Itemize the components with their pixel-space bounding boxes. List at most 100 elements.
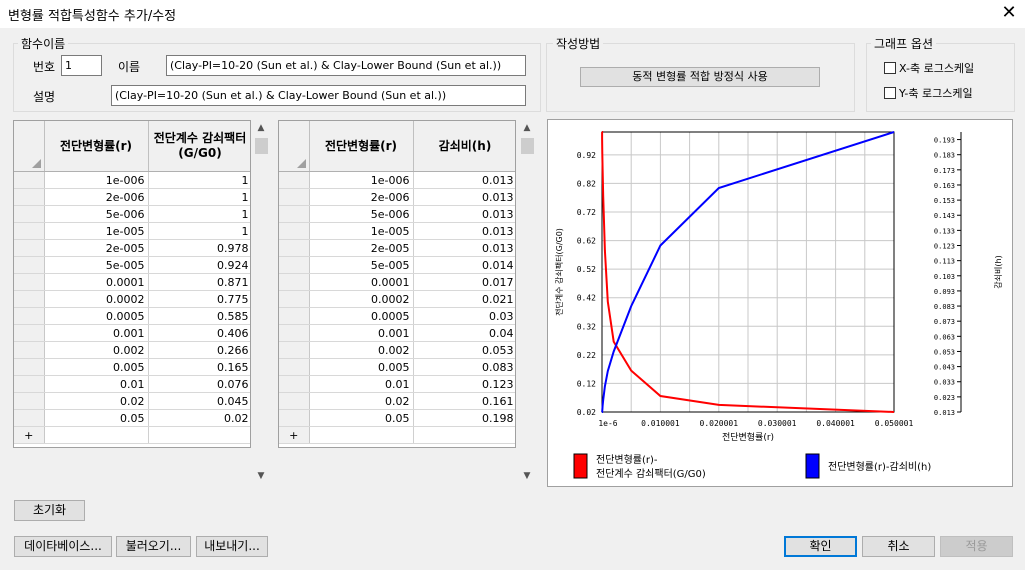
strain-cell[interactable]: 1e-005	[44, 222, 149, 240]
table-row[interactable]: 0.005 0.165	[14, 358, 250, 376]
strain-cell[interactable]: 0.0005	[44, 307, 149, 325]
row-header[interactable]	[279, 256, 310, 274]
table-row[interactable]: 5e-006 1	[14, 205, 250, 223]
table-row[interactable]: 0.0002 0.021	[279, 290, 515, 308]
value-cell[interactable]: 1	[148, 171, 250, 189]
column-header-damping[interactable]: 감쇠비(h)	[413, 121, 515, 172]
strain-cell[interactable]: 2e-005	[44, 239, 149, 257]
value-cell[interactable]: 1	[148, 188, 250, 206]
column-header-modulus[interactable]: 전단계수 감쇠팩터 (G/G0)	[148, 121, 250, 172]
value-cell[interactable]: 1	[148, 205, 250, 223]
ok-button[interactable]: 확인	[784, 536, 857, 557]
row-header[interactable]	[14, 171, 45, 189]
value-cell[interactable]: 0.076	[148, 375, 250, 393]
value-cell[interactable]: 0.161	[413, 392, 515, 410]
strain-cell[interactable]: 2e-005	[309, 239, 414, 257]
strain-cell[interactable]: 0.001	[44, 324, 149, 342]
row-header[interactable]	[279, 290, 310, 308]
table-row[interactable]: 0.01 0.076	[14, 375, 250, 393]
new-row[interactable]: +	[279, 426, 515, 444]
table-row[interactable]: 1e-006 1	[14, 171, 250, 189]
table-row[interactable]: 0.0001 0.871	[14, 273, 250, 291]
strain-cell[interactable]: 0.001	[309, 324, 414, 342]
value-cell[interactable]: 0.924	[148, 256, 250, 274]
table-row[interactable]: 0.001 0.406	[14, 324, 250, 342]
strain-cell[interactable]: 0.002	[44, 341, 149, 359]
value-cell[interactable]: 0.053	[413, 341, 515, 359]
row-header[interactable]	[14, 256, 45, 274]
x-log-scale-checkbox[interactable]	[884, 62, 896, 74]
table-row[interactable]: 0.01 0.123	[279, 375, 515, 393]
strain-cell[interactable]: 5e-006	[44, 205, 149, 223]
strain-cell[interactable]: 0.01	[309, 375, 414, 393]
strain-cell[interactable]: 0.005	[309, 358, 414, 376]
value-cell[interactable]: 0.165	[148, 358, 250, 376]
table-row[interactable]: 1e-005 1	[14, 222, 250, 240]
number-field[interactable]: 1	[61, 55, 102, 76]
strain-cell[interactable]: 0.0002	[44, 290, 149, 308]
row-header[interactable]	[279, 239, 310, 257]
table-row[interactable]: 0.001 0.04	[279, 324, 515, 342]
value-cell[interactable]: 0.013	[413, 222, 515, 240]
column-header-strain[interactable]: 전단변형률(r)	[309, 121, 414, 172]
value-cell[interactable]: 0.017	[413, 273, 515, 291]
reset-button[interactable]: 초기화	[14, 500, 85, 521]
row-header[interactable]	[279, 324, 310, 342]
strain-cell[interactable]: 0.0001	[44, 273, 149, 291]
load-button[interactable]: 불러오기...	[116, 536, 191, 557]
description-field[interactable]: (Clay-PI=10-20 (Sun et al.) & Clay-Lower…	[111, 85, 526, 106]
strain-cell[interactable]: 0.0002	[309, 290, 414, 308]
strain-cell[interactable]: 1e-006	[44, 171, 149, 189]
y-log-scale-checkbox[interactable]	[884, 87, 896, 99]
add-row-icon[interactable]: +	[279, 426, 310, 444]
row-header[interactable]	[14, 188, 45, 206]
table-row[interactable]: 5e-006 0.013	[279, 205, 515, 223]
name-field[interactable]: (Clay-PI=10-20 (Sun et al.) & Clay-Lower…	[166, 55, 526, 76]
row-header[interactable]	[279, 171, 310, 189]
row-header[interactable]	[279, 273, 310, 291]
strain-cell[interactable]: 0.02	[44, 392, 149, 410]
row-header[interactable]	[279, 358, 310, 376]
row-header[interactable]	[14, 273, 45, 291]
row-header[interactable]	[279, 205, 310, 223]
strain-cell[interactable]: 1e-006	[309, 171, 414, 189]
value-cell[interactable]: 0.013	[413, 205, 515, 223]
cancel-button[interactable]: 취소	[862, 536, 935, 557]
strain-modulus-table[interactable]: 전단변형률(r) 전단계수 감쇠팩터 (G/G0) 1e-006 1 2e-006 1…	[13, 120, 251, 448]
strain-cell[interactable]: 0.05	[44, 409, 149, 427]
export-button[interactable]: 내보내기...	[196, 536, 268, 557]
table-row[interactable]: 0.0001 0.017	[279, 273, 515, 291]
strain-cell[interactable]: 0.02	[309, 392, 414, 410]
table-row[interactable]: 2e-005 0.013	[279, 239, 515, 257]
value-cell[interactable]: 0.013	[413, 239, 515, 257]
value-cell[interactable]: 0.045	[148, 392, 250, 410]
row-header[interactable]	[14, 375, 45, 393]
strain-cell[interactable]: 1e-005	[309, 222, 414, 240]
value-cell[interactable]: 0.03	[413, 307, 515, 325]
new-row[interactable]: +	[14, 426, 250, 444]
empty-cell[interactable]	[148, 426, 250, 444]
close-icon[interactable]: ✕	[997, 2, 1021, 24]
empty-cell[interactable]	[413, 426, 515, 444]
table-row[interactable]: 1e-006 0.013	[279, 171, 515, 189]
strain-cell[interactable]: 5e-005	[44, 256, 149, 274]
row-header[interactable]	[279, 188, 310, 206]
table-row[interactable]: 0.0005 0.585	[14, 307, 250, 325]
strain-cell[interactable]: 0.0005	[309, 307, 414, 325]
table-row[interactable]: 0.0005 0.03	[279, 307, 515, 325]
row-header[interactable]	[14, 358, 45, 376]
table-row[interactable]: 0.02 0.161	[279, 392, 515, 410]
value-cell[interactable]: 1	[148, 222, 250, 240]
table-row[interactable]: 2e-006 0.013	[279, 188, 515, 206]
strain-cell[interactable]: 0.0001	[309, 273, 414, 291]
value-cell[interactable]: 0.013	[413, 188, 515, 206]
database-button[interactable]: 데이타베이스...	[14, 536, 112, 557]
strain-cell[interactable]: 2e-006	[309, 188, 414, 206]
row-header[interactable]	[279, 307, 310, 325]
row-header[interactable]	[14, 307, 45, 325]
row-header[interactable]	[279, 222, 310, 240]
row-header[interactable]	[14, 409, 45, 427]
table-row[interactable]: 0.05 0.198	[279, 409, 515, 427]
scroll-down-icon[interactable]: ▼	[253, 468, 269, 484]
strain-cell[interactable]: 2e-006	[44, 188, 149, 206]
